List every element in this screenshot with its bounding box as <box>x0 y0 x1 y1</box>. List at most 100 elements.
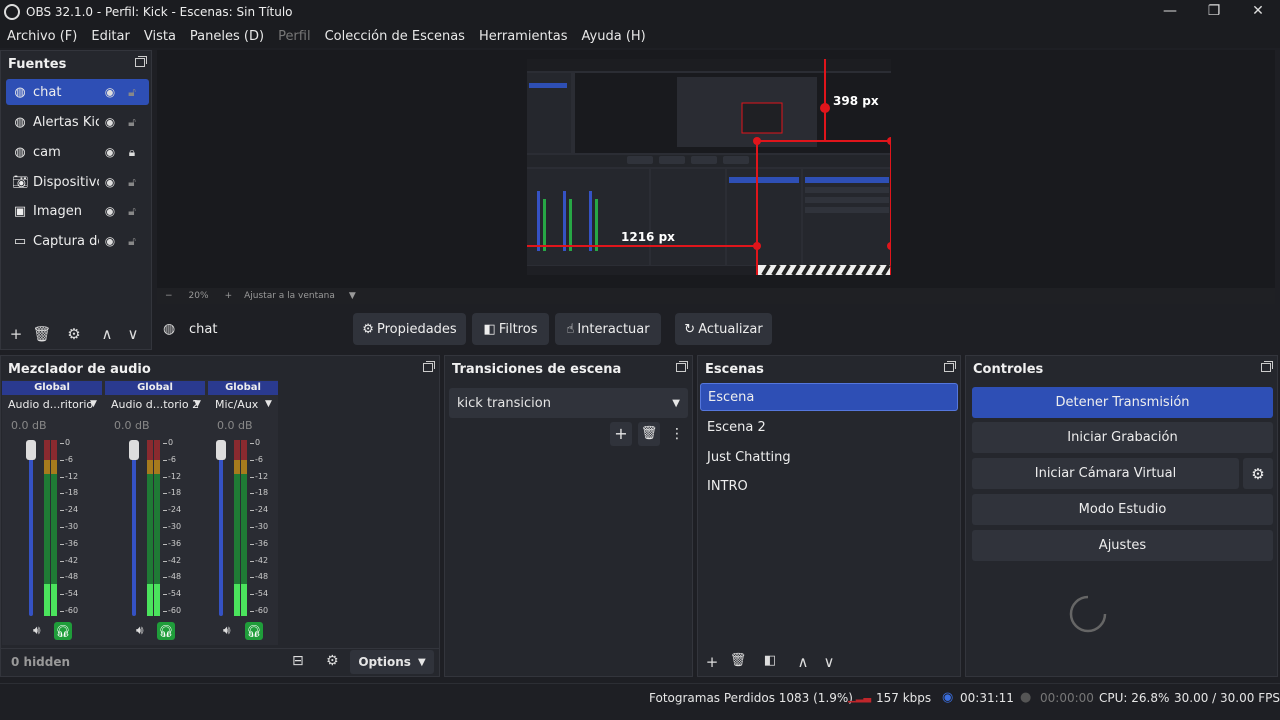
undock-icon[interactable] <box>676 361 688 372</box>
menu-edit[interactable]: Editar <box>91 29 130 44</box>
source-item-chat[interactable]: ◍ chat ◉ 🔓︎ <box>6 79 149 105</box>
eye-icon[interactable]: ◉ <box>99 85 121 99</box>
channel-2-dropdown-icon[interactable]: ▼ <box>194 399 201 409</box>
channel-3-head: Global <box>208 381 278 395</box>
menu-file[interactable]: Archivo (F) <box>7 29 77 44</box>
speaker-icon[interactable]: 🔊︎ <box>33 623 41 638</box>
source-item-alertas-kick[interactable]: ◍ Alertas Kick ◉ 🔓︎ <box>6 109 149 135</box>
headphones-icon[interactable]: 🎧︎ <box>157 622 175 640</box>
lock-icon[interactable]: 🔓︎ <box>121 234 143 249</box>
menu-profile[interactable]: Perfil <box>278 29 311 44</box>
scale-tick <box>60 510 64 512</box>
sources-title: Fuentes <box>1 51 151 77</box>
eye-icon[interactable]: ◉ <box>99 115 121 129</box>
trash-icon[interactable]: 🗑︎ <box>31 325 53 343</box>
lock-icon[interactable]: 🔓︎ <box>121 85 143 100</box>
refresh-button[interactable]: ↻ Actualizar <box>675 313 772 345</box>
scale-tick <box>250 594 254 596</box>
fit-window-label[interactable]: Ajustar a la ventana <box>244 291 335 301</box>
meter-segment <box>154 584 160 616</box>
interact-button[interactable]: ☝ Interactuar <box>555 313 661 345</box>
advanced-audio-icon[interactable]: ⚙ <box>326 653 339 669</box>
gear-icon[interactable]: ⚙ <box>63 325 85 343</box>
scale-label: 0 <box>65 438 71 447</box>
source-label: Alertas Kick <box>33 114 99 130</box>
source-item-imagen[interactable]: ▣ Imagen ◉ 🔓︎ <box>6 198 149 224</box>
source-item-dispositivo[interactable]: 📷︎ Dispositivo ◉ 🔓︎ <box>6 169 149 195</box>
channel-1-volume-knob[interactable] <box>26 440 36 460</box>
undock-icon[interactable] <box>423 361 435 372</box>
scene-item-escena-2[interactable]: Escena 2 <box>700 413 958 441</box>
channel-2-volume-knob[interactable] <box>129 440 139 460</box>
lock-icon[interactable]: 🔒︎ <box>121 145 143 160</box>
speaker-icon[interactable]: 🔊︎ <box>223 623 231 638</box>
add-icon[interactable]: + <box>701 653 723 671</box>
trash-icon[interactable]: 🗑︎ <box>727 653 749 668</box>
undock-icon[interactable] <box>135 56 147 67</box>
undock-icon[interactable] <box>944 361 956 372</box>
channel-1-name[interactable]: Audio d...ritorio <box>8 398 93 411</box>
meter-segment <box>147 584 153 616</box>
channel-2-name[interactable]: Audio d...torio 2 <box>111 398 199 411</box>
add-transition-icon[interactable]: + <box>610 422 632 446</box>
channel-3-volume-track[interactable] <box>219 440 223 616</box>
properties-button[interactable]: ⚙ Propiedades <box>353 313 466 345</box>
scene-item-escena[interactable]: Escena <box>700 383 958 411</box>
chevron-up-icon[interactable]: ∧ <box>96 325 118 343</box>
scene-item-just-chatting[interactable]: Just Chatting <box>700 443 958 471</box>
lock-icon[interactable]: 🔓︎ <box>121 115 143 130</box>
channel-3-dropdown-icon[interactable]: ▼ <box>265 399 272 409</box>
menu-scene-collection[interactable]: Colección de Escenas <box>325 29 465 44</box>
transition-select[interactable]: kick transicion ▼ <box>449 388 688 418</box>
filters-button[interactable]: ◧ Filtros <box>472 313 549 345</box>
lock-icon[interactable]: 🔓︎ <box>121 204 143 219</box>
channel-3-name[interactable]: Mic/Aux <box>215 398 258 411</box>
chevron-down-icon[interactable]: ▼ <box>349 291 356 301</box>
title-bar: OBS 32.1.0 - Perfil: Kick - Escenas: Sin… <box>0 0 1280 24</box>
options-button[interactable]: Options ▼ <box>350 650 434 674</box>
trash-icon[interactable]: 🗑︎ <box>638 422 660 446</box>
channel-1-dropdown-icon[interactable]: ▼ <box>90 399 97 409</box>
eye-icon[interactable]: ◉ <box>99 145 121 159</box>
channel-2-volume-track[interactable] <box>132 440 136 616</box>
source-item-cam[interactable]: ◍ cam ◉ 🔒︎ <box>6 139 149 165</box>
stop-streaming-button[interactable]: Detener Transmisión <box>972 387 1273 418</box>
source-item-captura[interactable]: ▭ Captura de ◉ 🔓︎ <box>6 228 149 254</box>
lock-icon[interactable]: 🔓︎ <box>121 175 143 190</box>
start-virtual-camera-button[interactable]: Iniciar Cámara Virtual <box>972 458 1239 489</box>
more-options-icon[interactable]: ⋮ <box>666 422 688 446</box>
minimize-button[interactable]: — <box>1148 0 1192 24</box>
scale-label: -60 <box>255 606 269 615</box>
scale-label: -48 <box>255 572 269 582</box>
close-button[interactable]: ✕ <box>1236 0 1280 24</box>
channel-1-volume-track[interactable] <box>29 440 33 616</box>
add-icon[interactable]: + <box>5 325 27 343</box>
layout-toggle-icon[interactable]: ⊟ <box>292 653 304 669</box>
virtual-camera-settings-button[interactable]: ⚙ <box>1243 458 1273 489</box>
speaker-icon[interactable]: 🔊︎ <box>136 623 144 638</box>
menu-tools[interactable]: Herramientas <box>479 29 568 44</box>
menu-docks[interactable]: Paneles (D) <box>190 29 264 44</box>
headphones-icon[interactable]: 🎧︎ <box>54 622 72 640</box>
scene-item-intro[interactable]: INTRO <box>700 472 958 500</box>
source-label: Captura de <box>33 233 99 249</box>
eye-icon[interactable]: ◉ <box>99 204 121 218</box>
menu-help[interactable]: Ayuda (H) <box>582 29 646 44</box>
filter-icon[interactable]: ◧ <box>759 653 781 668</box>
scale-label: -48 <box>65 572 79 582</box>
eye-icon[interactable]: ◉ <box>99 234 121 248</box>
zoom-in-button[interactable]: + <box>225 291 233 301</box>
eye-icon[interactable]: ◉ <box>99 175 121 189</box>
menu-view[interactable]: Vista <box>144 29 176 44</box>
chevron-down-icon[interactable]: ∨ <box>122 325 144 343</box>
chevron-down-icon[interactable]: ∨ <box>818 653 840 671</box>
undock-icon[interactable] <box>1261 361 1273 372</box>
maximize-button[interactable]: ❐ <box>1192 0 1236 24</box>
settings-button[interactable]: Ajustes <box>972 530 1273 561</box>
headphones-icon[interactable]: 🎧︎ <box>245 622 263 640</box>
zoom-out-button[interactable]: − <box>165 291 173 301</box>
studio-mode-button[interactable]: Modo Estudio <box>972 494 1273 525</box>
channel-3-volume-knob[interactable] <box>216 440 226 460</box>
start-recording-button[interactable]: Iniciar Grabación <box>972 422 1273 453</box>
chevron-up-icon[interactable]: ∧ <box>792 653 814 671</box>
